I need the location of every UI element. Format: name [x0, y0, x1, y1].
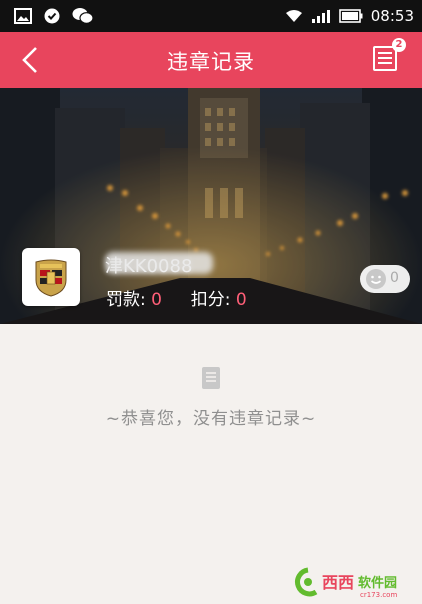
watermark-logo: 西西 软件园 cr173.com [294, 566, 418, 600]
signal-icon [311, 10, 330, 23]
comment-button[interactable]: 0 [360, 265, 410, 293]
fine-label: 罚款: [106, 290, 146, 310]
check-badge-icon [44, 8, 60, 24]
gallery-icon [14, 8, 32, 24]
empty-state-message: ~恭喜您，没有违章记录~ [105, 409, 317, 429]
car-brand-logo [22, 248, 80, 306]
points-label: 扣分: [190, 290, 231, 310]
status-bar: 08:53 [0, 0, 422, 32]
fine-points-row: 罚款: 0 扣分: 0 [106, 285, 247, 310]
cr173-logo-icon: 西西 软件园 cr173.com [295, 567, 397, 599]
svg-text:cr173.com: cr173.com [360, 591, 397, 599]
wechat-icon [72, 8, 94, 24]
status-time: 08:53 [370, 7, 414, 25]
battery-icon [338, 9, 363, 23]
fine-value: 0 [151, 290, 162, 310]
notification-badge: 2 [392, 38, 406, 52]
points-value: 0 [235, 290, 247, 310]
smiley-icon [366, 269, 386, 289]
car-banner: 津KK0088 罚款: 0 扣分: 0 0 [0, 88, 422, 324]
plate-redaction [105, 252, 213, 274]
svg-text:软件园: 软件园 [358, 575, 397, 591]
svg-text:西西: 西西 [322, 573, 354, 592]
wifi-icon [285, 10, 302, 22]
app-header: 违章记录 2 [0, 32, 422, 88]
page-title: 违章记录 [167, 50, 255, 74]
porsche-crest-icon [35, 259, 67, 297]
comment-count: 0 [390, 270, 399, 286]
violation-list-button[interactable]: 2 [372, 38, 406, 76]
document-icon [202, 367, 220, 389]
